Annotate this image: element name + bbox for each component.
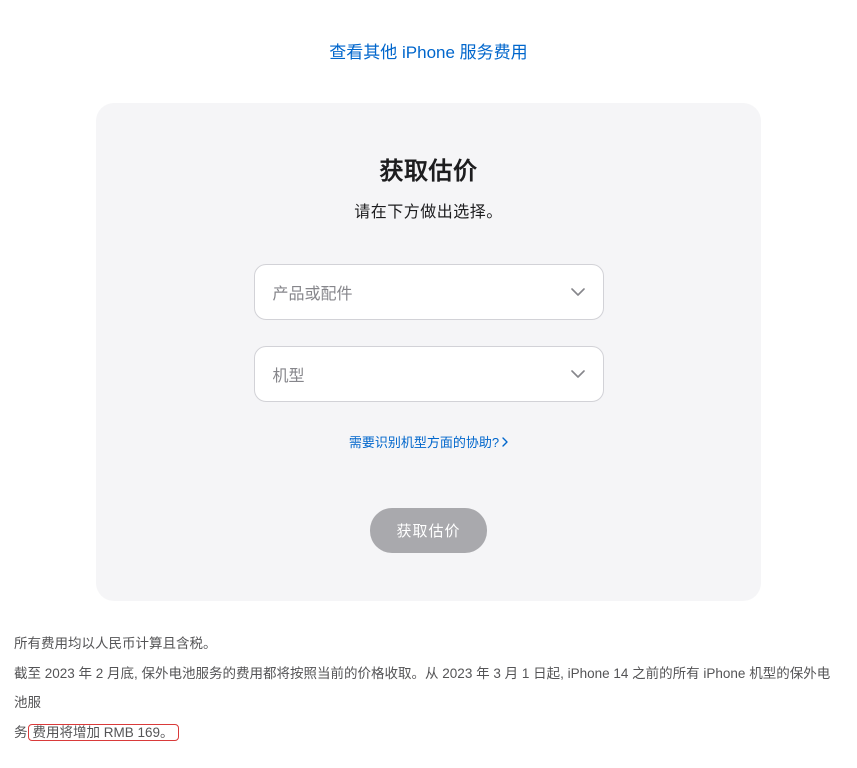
product-select-wrap: 产品或配件	[254, 264, 604, 320]
get-estimate-button[interactable]: 获取估价	[370, 508, 486, 553]
footer-line1: 所有费用均以人民币计算且含税。	[14, 629, 843, 659]
submit-wrap: 获取估价	[136, 508, 721, 553]
model-select[interactable]: 机型	[254, 346, 604, 402]
footer-line2-part2-prefix: 务	[14, 725, 28, 740]
chevron-right-icon	[502, 437, 508, 447]
model-select-placeholder: 机型	[273, 362, 305, 386]
product-select-placeholder: 产品或配件	[273, 280, 353, 304]
help-link-label: 需要识别机型方面的协助?	[349, 432, 499, 451]
footer-notes: 所有费用均以人民币计算且含税。 截至 2023 年 2 月底, 保外电池服务的费…	[6, 601, 851, 768]
product-select[interactable]: 产品或配件	[254, 264, 604, 320]
price-increase-highlight: 费用将增加 RMB 169。	[28, 724, 179, 741]
estimate-card: 获取估价 请在下方做出选择。 产品或配件 机型 需要识别机型方面的协助?	[96, 103, 761, 601]
other-services-link[interactable]: 查看其他 iPhone 服务费用	[329, 43, 527, 62]
chevron-down-icon	[571, 370, 585, 378]
top-other-services-link-wrap: 查看其他 iPhone 服务费用	[0, 0, 857, 91]
footer-line2-part1: 截至 2023 年 2 月底, 保外电池服务的费用都将按照当前的价格收取。从 2…	[14, 666, 830, 711]
identify-model-help-link[interactable]: 需要识别机型方面的协助?	[349, 432, 508, 451]
model-select-wrap: 机型	[254, 346, 604, 402]
chevron-down-icon	[571, 288, 585, 296]
card-subtitle: 请在下方做出选择。	[136, 198, 721, 222]
card-title: 获取估价	[136, 151, 721, 186]
footer-line2: 截至 2023 年 2 月底, 保外电池服务的费用都将按照当前的价格收取。从 2…	[14, 659, 843, 748]
